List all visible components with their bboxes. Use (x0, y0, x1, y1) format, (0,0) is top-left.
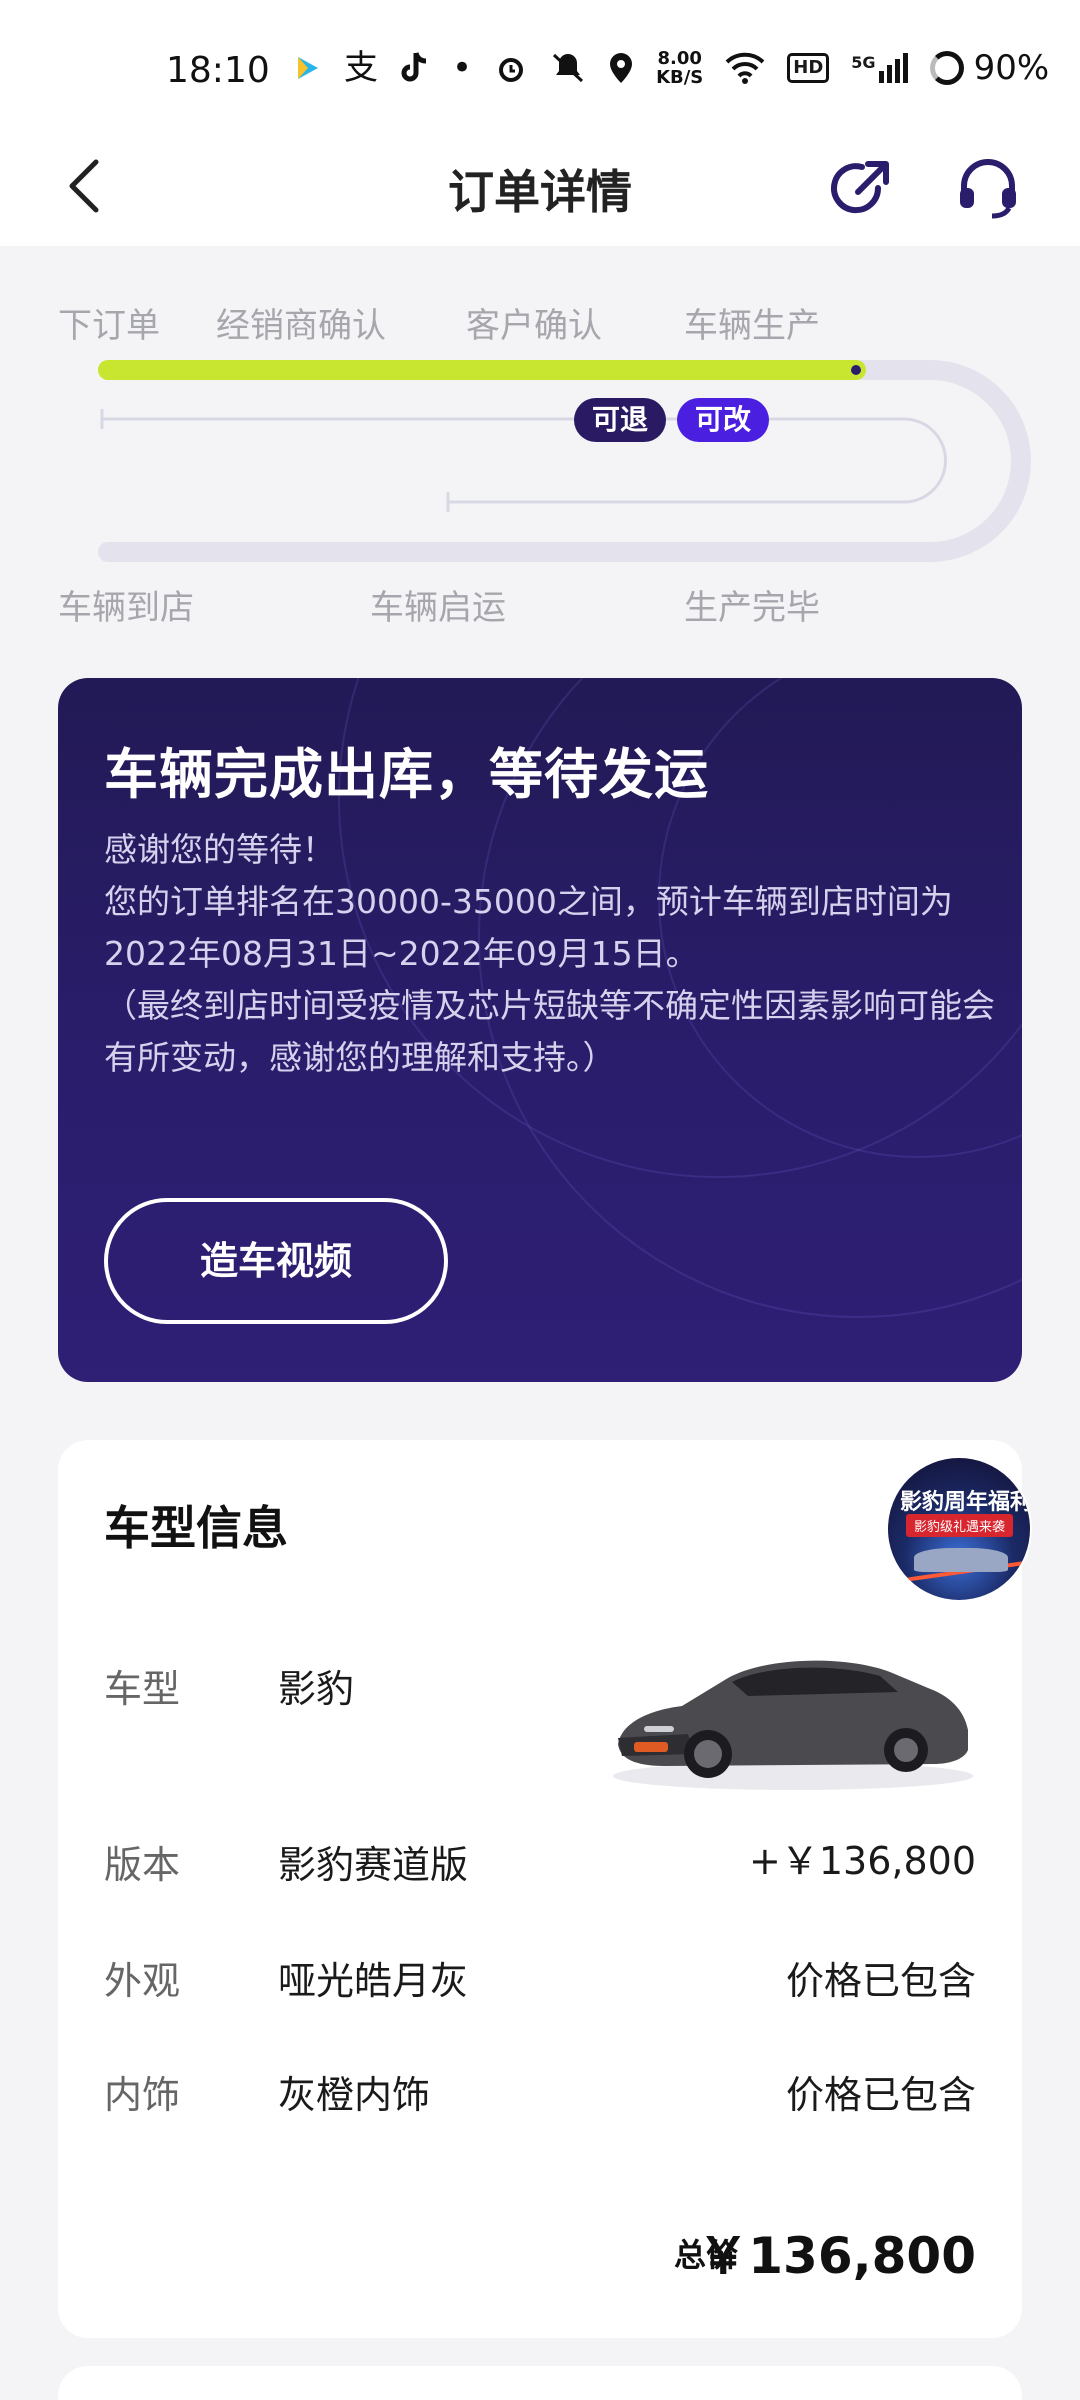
tiktok-icon (401, 52, 427, 82)
row-interior-label: 内饰 (104, 2073, 181, 2117)
alipay-icon: 支 (344, 48, 378, 88)
order-status-card: 车辆完成出库，等待发运 感谢您的等待！ 您的订单排名在30000-35000之间… (58, 678, 1022, 1382)
row-version-label: 版本 (104, 1843, 181, 1887)
dot-icon: • (452, 48, 473, 88)
speed-unit: KB/S (656, 67, 704, 88)
stage-production-done: 生产完毕 (684, 588, 820, 628)
car-info-title: 车型信息 (104, 1501, 288, 1555)
promo-badge[interactable]: 影豹周年福利 影豹级礼遇来袭 (886, 1456, 1032, 1602)
total-price-value: ￥136,800 (698, 2227, 976, 2285)
status-line-disclaimer: （最终到店时间受疫情及芯片短缺等不确定性因素影响可能会有所变动，感谢您的理解和支… (104, 986, 995, 1077)
hd-icon: HD (787, 53, 830, 83)
promo-car-image (914, 1548, 1008, 1572)
row-interior-price: 价格已包含 (785, 2073, 976, 2117)
status-line-estimate: 您的订单排名在30000-35000之间，预计车辆到店时间为2022年08月31… (104, 882, 953, 973)
battery-icon (929, 51, 964, 85)
network-type: 5G (851, 53, 876, 72)
nav-bar: 订单详情 (0, 130, 1080, 246)
battery-level: 90% (973, 48, 1050, 88)
row-version-value: 影豹赛道版 (278, 1843, 469, 1887)
promo-title: 影豹周年福利 (900, 1490, 1032, 1515)
row-model-value: 影豹 (278, 1667, 355, 1711)
status-time: 18:10 (166, 50, 270, 91)
modifiable-badge: 可改 (677, 398, 769, 442)
row-exterior-price: 价格已包含 (785, 1959, 976, 2003)
promo-subtitle: 影豹级礼遇来袭 (906, 1514, 1014, 1537)
network-speed: 8.00 KB/S (656, 49, 703, 87)
alarm-icon (499, 58, 524, 82)
row-exterior-label: 外观 (104, 1959, 181, 2003)
row-interior-value: 灰橙内饰 (278, 2073, 431, 2117)
mute-icon (553, 53, 584, 83)
signal-5g-icon: 5G (851, 53, 908, 83)
status-line-thanks: 感谢您的等待！ (104, 830, 335, 869)
car-image (613, 1660, 973, 1790)
stage-shipping: 车辆启运 (370, 588, 506, 628)
row-exterior-value: 哑光皓月灰 (278, 1959, 469, 2003)
status-message: 感谢您的等待！ 您的订单排名在30000-35000之间，预计车辆到店时间为20… (104, 824, 1004, 1084)
status-icons: 支 • 8.00 KB/S HD 5G 90% (292, 48, 1049, 88)
row-model-label: 车型 (104, 1667, 181, 1711)
next-card-edge (58, 2366, 1022, 2400)
speed-value: 8.00 (657, 48, 702, 69)
status-bar: 18:10 支 • 8.00 KB/S HD 5G 90% (0, 0, 1080, 130)
stage-arrive-store: 车辆到店 (58, 588, 194, 628)
customer-service-icon[interactable] (952, 152, 1024, 224)
wifi-icon (725, 52, 765, 84)
page-title: 订单详情 (448, 165, 632, 219)
status-title: 车辆完成出库，等待发运 (104, 743, 709, 806)
refundable-badge: 可退 (574, 398, 666, 442)
car-info-card: 车型信息 影豹周年福利 影豹级礼遇来袭 车型 影豹 版本 影豹赛道版 +￥136… (58, 1440, 1032, 2338)
build-video-button[interactable]: 造车视频 (104, 1198, 448, 1324)
order-progress: 下订单 经销商确认 客户确认 车辆生产 可退 可改 车辆到店 车辆启运 生产完毕 (0, 246, 1080, 646)
row-version-price: +￥136,800 (749, 1839, 976, 1883)
location-icon (610, 53, 633, 83)
video-app-icon (298, 57, 318, 79)
share-icon[interactable] (826, 152, 898, 224)
